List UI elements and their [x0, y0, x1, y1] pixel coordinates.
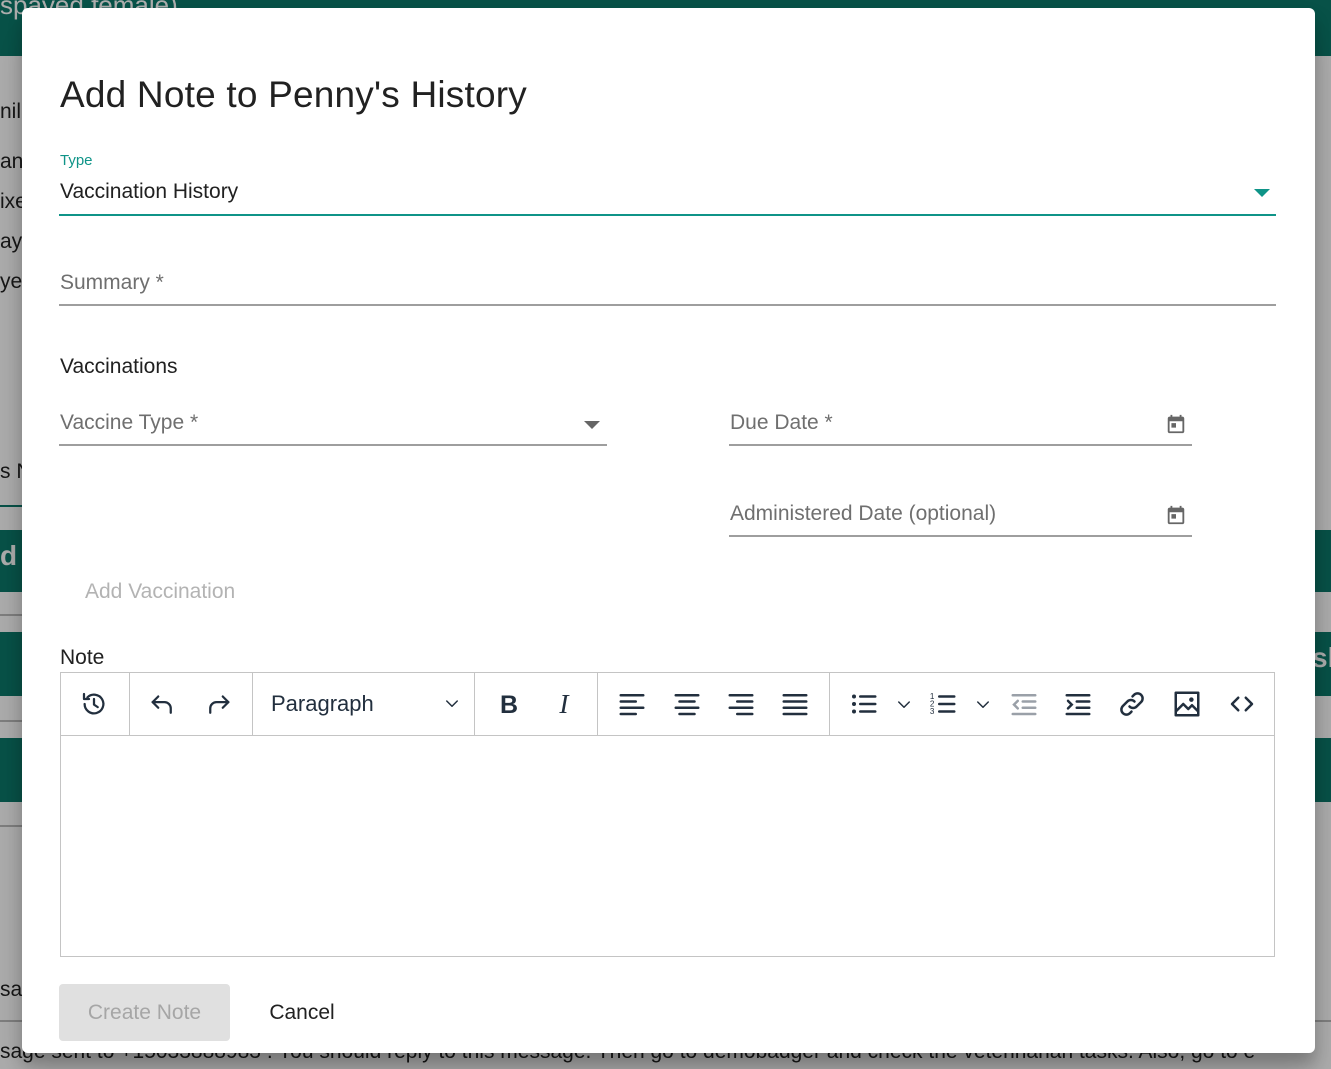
- align-center-icon[interactable]: [669, 686, 705, 722]
- type-value: Vaccination History: [60, 180, 239, 203]
- create-note-button[interactable]: Create Note: [59, 984, 230, 1041]
- calendar-icon[interactable]: [1165, 413, 1187, 435]
- dialog-title: Add Note to Penny's History: [60, 74, 527, 115]
- vaccinations-heading: Vaccinations: [60, 355, 178, 378]
- editor-toolbar: Paragraph B I 1 2 3: [61, 673, 1274, 736]
- chevron-down-icon[interactable]: [895, 696, 913, 714]
- image-icon[interactable]: [1169, 686, 1205, 722]
- bold-icon[interactable]: B: [491, 686, 527, 722]
- vaccine-type-underline: [59, 444, 607, 446]
- type-underline: [59, 214, 1276, 216]
- due-date-underline: [729, 444, 1192, 446]
- calendar-icon[interactable]: [1165, 504, 1187, 526]
- undo-icon[interactable]: [144, 686, 180, 722]
- numbered-list-icon[interactable]: 123: [925, 686, 961, 722]
- italic-icon[interactable]: I: [546, 686, 582, 722]
- add-vaccination-button[interactable]: Add Vaccination: [85, 580, 235, 604]
- toolbar-divider: [129, 673, 130, 735]
- link-icon[interactable]: [1114, 686, 1150, 722]
- justify-icon[interactable]: [777, 686, 813, 722]
- add-note-dialog: Add Note to Penny's History Type Vaccina…: [22, 8, 1315, 1053]
- indent-icon[interactable]: [1060, 686, 1096, 722]
- align-right-icon[interactable]: [723, 686, 759, 722]
- summary-placeholder: Summary *: [60, 271, 164, 294]
- type-select[interactable]: Type Vaccination History: [59, 148, 1276, 218]
- block-format-value: Paragraph: [271, 691, 374, 716]
- vaccine-type-select[interactable]: Vaccine Type *: [59, 398, 607, 448]
- svg-text:B: B: [500, 691, 518, 719]
- toolbar-divider: [829, 673, 830, 735]
- chevron-down-icon[interactable]: [974, 696, 992, 714]
- due-date-placeholder: Due Date *: [730, 411, 833, 434]
- cancel-button[interactable]: Cancel: [252, 984, 352, 1041]
- svg-text:I: I: [558, 689, 570, 719]
- summary-input[interactable]: Summary *: [59, 258, 1276, 308]
- toolbar-divider: [597, 673, 598, 735]
- administered-date-placeholder: Administered Date (optional): [730, 502, 997, 525]
- outdent-icon[interactable]: [1006, 686, 1042, 722]
- toolbar-divider: [252, 673, 253, 735]
- administered-date-input[interactable]: Administered Date (optional): [729, 489, 1192, 539]
- administered-date-underline: [729, 535, 1192, 537]
- block-format-select[interactable]: Paragraph: [271, 685, 461, 723]
- note-editor: Paragraph B I 1 2 3: [60, 672, 1275, 957]
- due-date-input[interactable]: Due Date *: [729, 398, 1192, 448]
- history-icon[interactable]: [76, 686, 112, 722]
- redo-icon[interactable]: [201, 686, 237, 722]
- align-left-icon[interactable]: [614, 686, 650, 722]
- bullet-list-icon[interactable]: [846, 686, 882, 722]
- dropdown-arrow-icon: [584, 421, 600, 429]
- dropdown-arrow-icon: [1254, 189, 1270, 197]
- svg-text:3: 3: [930, 707, 935, 716]
- summary-underline: [59, 304, 1276, 306]
- note-editor-content[interactable]: [61, 736, 1274, 956]
- vaccine-type-placeholder: Vaccine Type *: [60, 411, 199, 434]
- note-label: Note: [60, 646, 105, 669]
- source-code-icon[interactable]: [1224, 686, 1260, 722]
- chevron-down-icon: [446, 700, 458, 707]
- toolbar-divider: [474, 673, 475, 735]
- type-label: Type: [60, 152, 93, 169]
